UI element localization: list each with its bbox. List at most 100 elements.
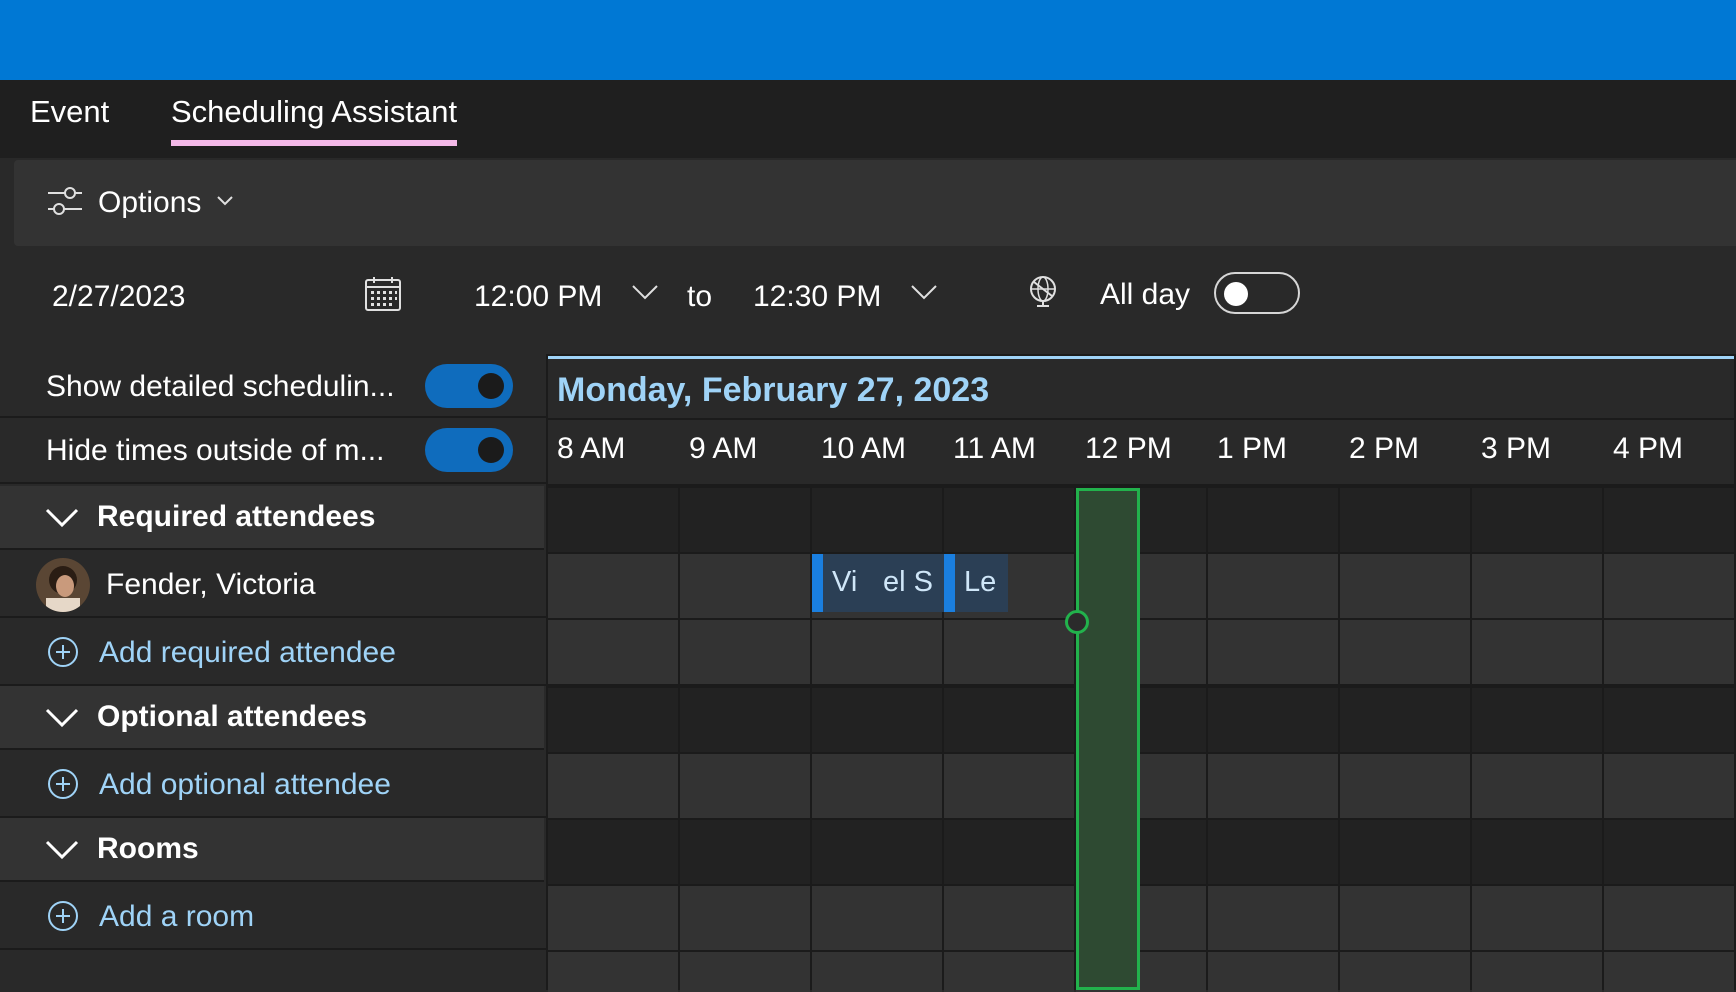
time-cell[interactable]: [944, 620, 1074, 684]
time-cell[interactable]: [812, 952, 942, 992]
required-attendees-header[interactable]: Required attendees: [0, 486, 544, 550]
add-room-link[interactable]: Add a room: [99, 900, 254, 934]
time-cell[interactable]: [1340, 952, 1470, 992]
time-cell[interactable]: [1340, 820, 1470, 884]
hour-label: 12 PM: [1085, 432, 1172, 465]
attendee-row[interactable]: Fender, Victoria: [0, 552, 546, 618]
time-cell[interactable]: [548, 554, 678, 618]
time-cell[interactable]: [1604, 754, 1734, 818]
add-room-row[interactable]: Add a room: [0, 884, 546, 950]
chevron-down-icon[interactable]: [909, 282, 939, 307]
time-cell[interactable]: [1340, 688, 1470, 752]
time-cell[interactable]: [680, 688, 810, 752]
time-cell[interactable]: [1604, 820, 1734, 884]
options-button[interactable]: Options: [46, 180, 235, 226]
time-cell[interactable]: [1340, 488, 1470, 552]
time-cell[interactable]: [548, 488, 678, 552]
time-cell[interactable]: [548, 754, 678, 818]
time-cell[interactable]: [812, 886, 942, 950]
hour-label: 4 PM: [1613, 432, 1684, 465]
time-cell[interactable]: [1472, 554, 1602, 618]
options-bar: Options: [14, 160, 1736, 246]
time-cell[interactable]: [1208, 754, 1338, 818]
time-cell[interactable]: [1208, 952, 1338, 992]
show-detailed-toggle[interactable]: [425, 364, 513, 408]
time-cell[interactable]: [944, 488, 1074, 552]
time-cell[interactable]: [944, 754, 1074, 818]
time-cell[interactable]: [548, 688, 678, 752]
tab-event[interactable]: Event: [30, 94, 109, 140]
add-optional-attendee-link[interactable]: Add optional attendee: [99, 768, 391, 802]
time-cell[interactable]: [680, 620, 810, 684]
time-cell[interactable]: [1472, 688, 1602, 752]
hour-label: 8 AM: [557, 432, 626, 465]
time-cell[interactable]: [1472, 820, 1602, 884]
busy-event-block[interactable]: Vi el S: [812, 554, 944, 612]
time-cell[interactable]: [680, 488, 810, 552]
time-cell[interactable]: [812, 820, 942, 884]
time-slot-drag-handle[interactable]: [1065, 610, 1089, 634]
time-cell[interactable]: [680, 554, 810, 618]
add-required-attendee-link[interactable]: Add required attendee: [99, 636, 396, 670]
time-cell[interactable]: [1604, 620, 1734, 684]
end-time-field[interactable]: 12:30 PM: [753, 280, 881, 314]
time-cell[interactable]: [548, 952, 678, 992]
time-cell[interactable]: [1340, 620, 1470, 684]
optional-attendees-header[interactable]: Optional attendees: [0, 686, 544, 750]
time-cell[interactable]: [1208, 620, 1338, 684]
time-cell[interactable]: [1340, 554, 1470, 618]
tab-scheduling-assistant[interactable]: Scheduling Assistant: [171, 94, 458, 146]
time-cell[interactable]: [1604, 886, 1734, 950]
time-cell[interactable]: [680, 952, 810, 992]
time-cell[interactable]: [1472, 620, 1602, 684]
attendee-name: Fender, Victoria: [106, 568, 316, 601]
start-time-field[interactable]: 12:00 PM: [474, 280, 602, 314]
time-cell[interactable]: [1604, 554, 1734, 618]
sliders-icon: [46, 184, 84, 223]
chevron-down-icon[interactable]: [630, 282, 660, 307]
hour-label: 3 PM: [1481, 432, 1552, 465]
time-cell[interactable]: [812, 620, 942, 684]
time-cell[interactable]: [944, 952, 1074, 992]
time-cell[interactable]: [548, 620, 678, 684]
time-cell[interactable]: [1472, 886, 1602, 950]
hour-label: 11 AM: [953, 432, 1036, 465]
time-cell[interactable]: [1472, 754, 1602, 818]
time-cell[interactable]: [1208, 820, 1338, 884]
add-optional-row[interactable]: Add optional attendee: [0, 752, 546, 818]
hour-header-row: 8 AM 9 AM 10 AM 11 AM 12 PM 1 PM 2 PM 3 PM 4 PM: [548, 420, 1734, 484]
time-cell[interactable]: [1340, 886, 1470, 950]
time-cell[interactable]: [680, 886, 810, 950]
add-required-row[interactable]: Add required attendee: [0, 620, 546, 686]
time-cell[interactable]: [1208, 688, 1338, 752]
start-date-field[interactable]: 2/27/2023: [52, 280, 185, 314]
all-day-toggle[interactable]: [1214, 272, 1300, 314]
time-cell[interactable]: [1472, 488, 1602, 552]
hide-times-toggle[interactable]: [425, 428, 513, 472]
calendar-icon[interactable]: [364, 276, 402, 317]
time-cell[interactable]: [812, 488, 942, 552]
time-cell[interactable]: [1208, 488, 1338, 552]
time-cell[interactable]: [548, 886, 678, 950]
time-cell[interactable]: [1604, 688, 1734, 752]
rooms-header[interactable]: Rooms: [0, 818, 544, 882]
time-cell[interactable]: [1472, 952, 1602, 992]
time-cell[interactable]: [548, 820, 678, 884]
time-cell[interactable]: [1604, 488, 1734, 552]
date-heading-row: Monday, February 27, 2023: [548, 356, 1734, 418]
time-cell[interactable]: [1604, 952, 1734, 992]
time-cell[interactable]: [944, 688, 1074, 752]
time-cell[interactable]: [680, 754, 810, 818]
selected-time-slot[interactable]: [1076, 488, 1140, 990]
time-cell[interactable]: [1208, 554, 1338, 618]
show-detailed-label: Show detailed schedulin...: [46, 370, 395, 403]
time-cell[interactable]: [1340, 754, 1470, 818]
busy-event-block[interactable]: Le: [944, 554, 1008, 612]
time-cell[interactable]: [680, 820, 810, 884]
time-zone-globe-icon[interactable]: [1026, 274, 1060, 315]
time-cell[interactable]: [944, 886, 1074, 950]
time-cell[interactable]: [812, 688, 942, 752]
time-cell[interactable]: [1208, 886, 1338, 950]
time-cell[interactable]: [944, 820, 1074, 884]
time-cell[interactable]: [812, 754, 942, 818]
